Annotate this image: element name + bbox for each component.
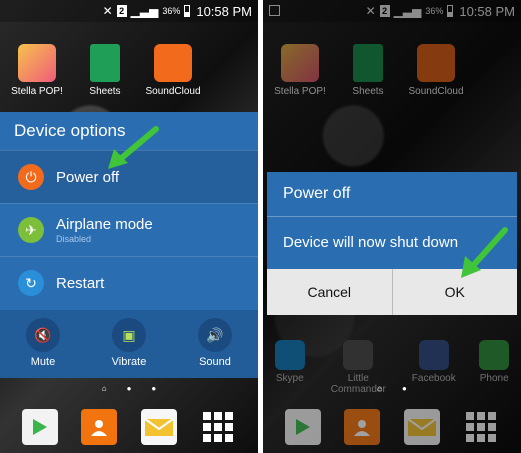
app-sheets[interactable]: Sheets (76, 44, 134, 97)
vibrate-button[interactable]: ▣ Vibrate (94, 318, 164, 368)
airplane-icon: ✈ (18, 217, 44, 243)
stella-pop-icon (18, 44, 56, 82)
sound-mode-row: 🔇 Mute ▣ Vibrate 🔊 Sound (0, 310, 258, 378)
dock (0, 409, 258, 445)
battery-percent: 36% (162, 6, 181, 16)
sim-indicator: 2 (116, 5, 127, 17)
home-page-dot: ⌂ (377, 384, 382, 393)
option-restart[interactable]: ↻ Restart (0, 256, 258, 309)
play-store-icon[interactable] (21, 409, 58, 445)
signal-icon: ▁▃▅ (130, 4, 159, 18)
clock: 10:58 PM (196, 3, 252, 19)
page-dot: ● (151, 384, 157, 393)
left-phone-screen: ✕ 2 ▁▃▅ 36% 10:58 PM Stella POP! Sheets … (0, 0, 258, 453)
home-app-row: Stella POP! Sheets SoundCloud (0, 44, 258, 97)
sound-button[interactable]: 🔊 Sound (180, 318, 250, 368)
apps-grid-icon[interactable] (200, 409, 236, 445)
airplane-mode-label: Airplane mode (56, 216, 153, 233)
status-bar: ✕ 2 ▁▃▅ 36% 10:58 PM (0, 0, 258, 22)
option-airplane-mode[interactable]: ✈ Airplane mode Disabled (0, 203, 258, 256)
email-icon[interactable] (140, 409, 177, 445)
airplane-mode-status: Disabled (56, 234, 92, 244)
page-dot: ● (126, 384, 132, 393)
restart-icon: ↻ (18, 270, 44, 296)
vibrate-icon: ▣ (112, 318, 146, 352)
battery-icon (184, 5, 191, 17)
email-icon[interactable] (403, 409, 440, 445)
page-dot: ● (402, 384, 407, 393)
dialog-title: Power off (267, 172, 517, 217)
mute-status-icon: ✕ (102, 4, 113, 18)
contacts-icon[interactable] (344, 409, 381, 445)
page-indicator: ⌂ ● (263, 384, 521, 393)
right-phone-screen: ✕ 2 ▁▃▅ 36% 10:58 PM Stella POP! Sheets … (263, 0, 521, 453)
app-soundcloud[interactable]: SoundCloud (144, 44, 202, 97)
page-indicator: ⌂ ● ● (0, 384, 258, 393)
home-page-dot: ⌂ (101, 384, 107, 393)
restart-label: Restart (56, 274, 105, 292)
soundcloud-icon (154, 44, 192, 82)
app-stella-pop[interactable]: Stella POP! (8, 44, 66, 97)
contacts-icon[interactable] (81, 409, 118, 445)
power-icon: ⏻ (18, 164, 44, 190)
cancel-button[interactable]: Cancel (267, 269, 393, 315)
mute-button[interactable]: 🔇 Mute (8, 318, 78, 368)
green-arrow-icon (108, 126, 159, 169)
mute-icon: 🔇 (26, 318, 60, 352)
play-store-icon[interactable] (284, 409, 321, 445)
apps-grid-icon[interactable] (463, 409, 499, 445)
sheets-icon (90, 44, 120, 82)
sound-icon: 🔊 (198, 318, 232, 352)
dock (263, 409, 521, 445)
green-arrow-icon (461, 227, 508, 278)
